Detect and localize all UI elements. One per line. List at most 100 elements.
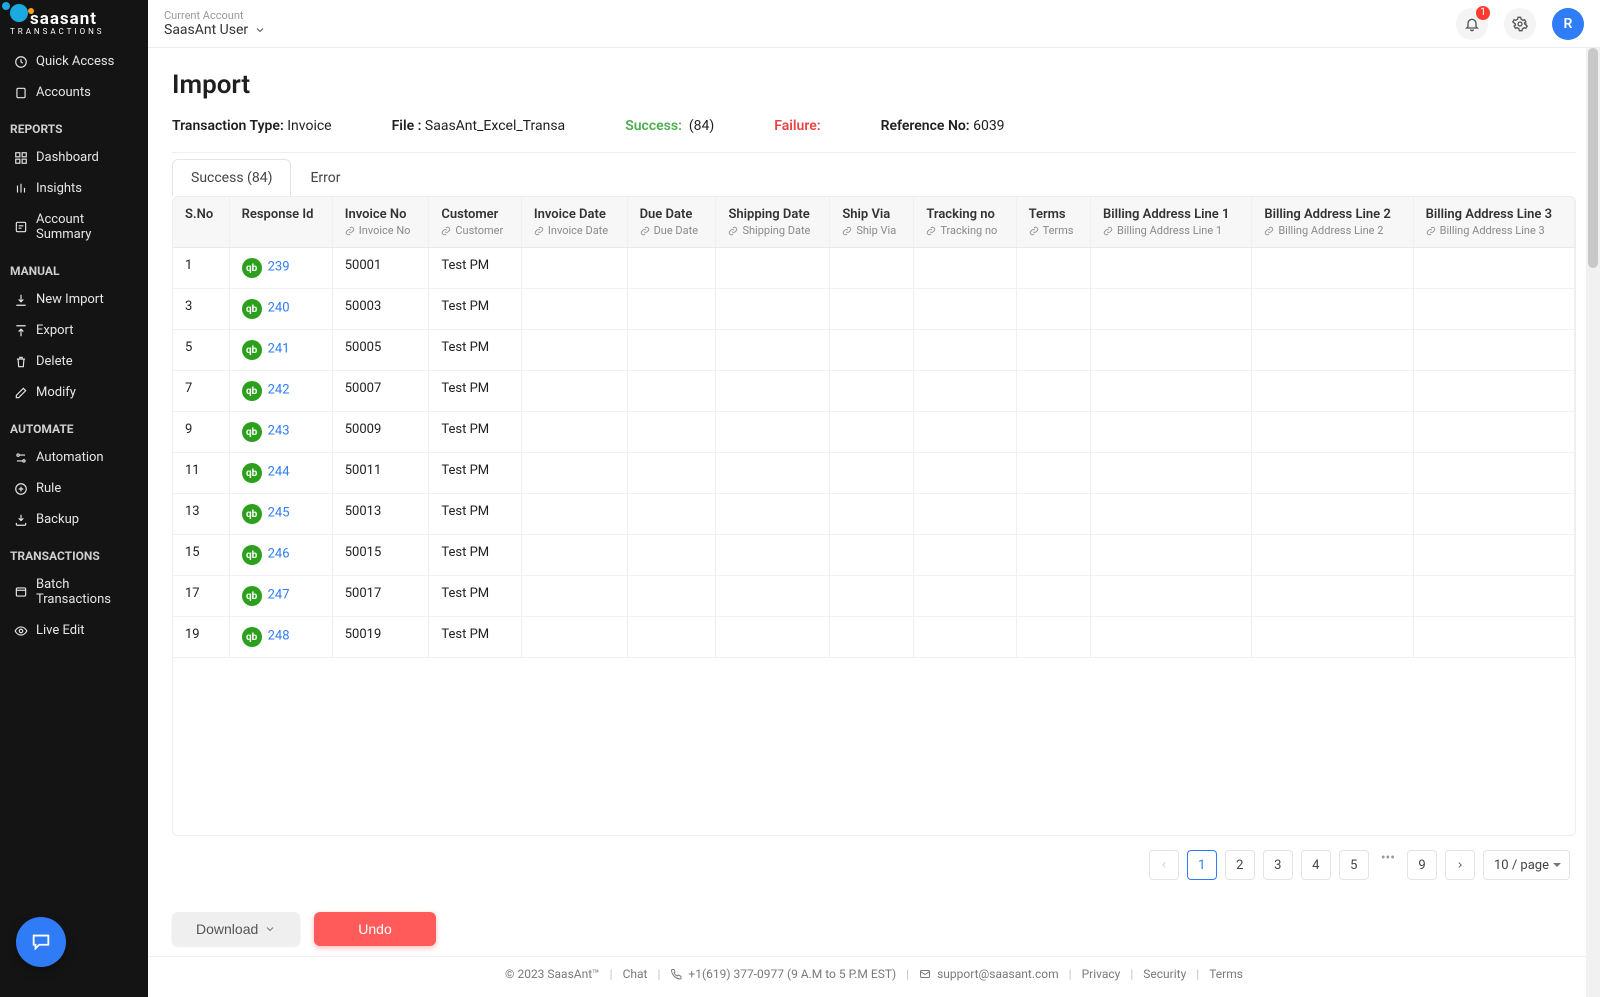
chat-fab[interactable] (16, 917, 66, 967)
col-invoice-no[interactable]: Invoice NoInvoice No (332, 197, 429, 248)
col-mapping: Shipping Date (728, 224, 817, 237)
cell-empty (1413, 494, 1574, 535)
footer-email-link[interactable]: support@saasant.com (937, 967, 1059, 981)
batch-transactions-icon (14, 585, 28, 599)
table-row: 5qb24150005Test PM (173, 330, 1575, 371)
cell-empty (914, 535, 1016, 576)
response-id-link[interactable]: 246 (268, 547, 290, 562)
col-terms[interactable]: TermsTerms (1016, 197, 1090, 248)
tab-success[interactable]: Success (84) (172, 159, 291, 196)
cell-empty (914, 371, 1016, 412)
footer-chat-link[interactable]: Chat (623, 967, 648, 981)
cell-invoice-no: 50003 (332, 289, 429, 330)
cell-empty (830, 617, 914, 658)
cell-empty (1016, 371, 1090, 412)
notifications-button[interactable]: 1 (1456, 8, 1488, 40)
sidebar-item-accounts[interactable]: Accounts (0, 77, 148, 108)
response-id-link[interactable]: 248 (268, 629, 290, 644)
response-id-link[interactable]: 243 (268, 424, 290, 439)
brand-name: saasant (30, 11, 97, 28)
pager-size-select[interactable]: 10 / page (1483, 850, 1570, 880)
cell-response-id: qb239 (229, 248, 332, 289)
meta-success-label: Success: (625, 118, 682, 134)
response-id-link[interactable]: 241 (268, 342, 290, 357)
sidebar-item-insights[interactable]: Insights (0, 173, 148, 204)
sidebar-item-automation[interactable]: Automation (0, 442, 148, 473)
pager-page-3[interactable]: 3 (1263, 850, 1293, 880)
table-row: 3qb24050003Test PM (173, 289, 1575, 330)
download-button[interactable]: Download (172, 912, 300, 946)
pager-prev[interactable] (1149, 850, 1179, 880)
page-scrollbar[interactable] (1586, 48, 1600, 997)
col-s.no[interactable]: S.No (173, 197, 229, 248)
pager-next[interactable] (1445, 850, 1475, 880)
avatar[interactable]: R (1552, 8, 1584, 40)
link-icon (842, 226, 852, 236)
cell-empty (830, 576, 914, 617)
cell-empty (716, 494, 830, 535)
settings-button[interactable] (1504, 8, 1536, 40)
scrollbar-thumb[interactable] (1588, 48, 1598, 268)
sidebar-item-modify[interactable]: Modify (0, 377, 148, 408)
pager-page-4[interactable]: 4 (1301, 850, 1331, 880)
link-icon (1103, 226, 1113, 236)
sidebar-item-live-edit[interactable]: Live Edit (0, 615, 148, 646)
col-response-id[interactable]: Response Id (229, 197, 332, 248)
undo-button[interactable]: Undo (314, 912, 435, 946)
response-id-link[interactable]: 242 (268, 383, 290, 398)
col-invoice-date[interactable]: Invoice DateInvoice Date (521, 197, 627, 248)
footer-privacy-link[interactable]: Privacy (1082, 967, 1121, 981)
cell-empty (1091, 371, 1252, 412)
footer-terms-link[interactable]: Terms (1209, 967, 1243, 981)
col-billing-address-line-3[interactable]: Billing Address Line 3Billing Address Li… (1413, 197, 1574, 248)
pager-ellipsis[interactable]: ••• (1377, 850, 1399, 880)
response-id-link[interactable]: 245 (268, 506, 290, 521)
pager-page-9[interactable]: 9 (1407, 850, 1437, 880)
cell-invoice-no: 50013 (332, 494, 429, 535)
col-tracking-no[interactable]: Tracking noTracking no (914, 197, 1016, 248)
col-billing-address-line-1[interactable]: Billing Address Line 1Billing Address Li… (1091, 197, 1252, 248)
footer-security-link[interactable]: Security (1143, 967, 1186, 981)
sidebar-item-rule[interactable]: Rule (0, 473, 148, 504)
sidebar-item-new-import[interactable]: New Import (0, 284, 148, 315)
cell-empty (716, 330, 830, 371)
sidebar-item-delete[interactable]: Delete (0, 346, 148, 377)
cell-empty (716, 453, 830, 494)
sidebar-item-dashboard[interactable]: Dashboard (0, 142, 148, 173)
cell-empty (1091, 494, 1252, 535)
col-shipping-date[interactable]: Shipping DateShipping Date (716, 197, 830, 248)
sidebar: saasant TRANSACTIONS Quick AccessAccount… (0, 0, 148, 997)
meta-txntype: Invoice (287, 118, 331, 134)
cell-sno: 19 (173, 617, 229, 658)
sidebar-item-quick-access[interactable]: Quick Access (0, 46, 148, 77)
pager-page-1[interactable]: 1 (1187, 850, 1217, 880)
sidebar-item-account-summary[interactable]: Account Summary (0, 204, 148, 250)
automation-icon (14, 451, 28, 465)
col-mapping: Tracking no (926, 224, 1003, 237)
pager-page-5[interactable]: 5 (1339, 850, 1369, 880)
cell-customer: Test PM (429, 289, 522, 330)
cell-customer: Test PM (429, 371, 522, 412)
response-id-link[interactable]: 244 (268, 465, 290, 480)
sidebar-item-label: New Import (36, 292, 104, 307)
response-id-link[interactable]: 240 (268, 301, 290, 316)
col-due-date[interactable]: Due DateDue Date (627, 197, 716, 248)
col-ship-via[interactable]: Ship ViaShip Via (830, 197, 914, 248)
col-billing-address-line-2[interactable]: Billing Address Line 2Billing Address Li… (1252, 197, 1413, 248)
sidebar-item-backup[interactable]: Backup (0, 504, 148, 535)
col-customer[interactable]: CustomerCustomer (429, 197, 522, 248)
sidebar-item-export[interactable]: Export (0, 315, 148, 346)
tabs: Success (84) Error (172, 159, 1576, 196)
response-id-link[interactable]: 239 (268, 260, 290, 275)
sidebar-item-label: Export (36, 323, 74, 338)
account-switcher[interactable]: Current Account SaasAnt User (164, 9, 266, 39)
cell-empty (1016, 412, 1090, 453)
sidebar-item-batch-transactions[interactable]: Batch Transactions (0, 569, 148, 615)
response-id-link[interactable]: 247 (268, 588, 290, 603)
quick-access-icon (14, 55, 28, 69)
table-row: 19qb24850019Test PM (173, 617, 1575, 658)
gear-icon (1512, 16, 1528, 32)
pager-page-2[interactable]: 2 (1225, 850, 1255, 880)
results-table-wrap[interactable]: S.NoResponse IdInvoice NoInvoice NoCusto… (172, 196, 1576, 836)
tab-error[interactable]: Error (291, 159, 359, 196)
